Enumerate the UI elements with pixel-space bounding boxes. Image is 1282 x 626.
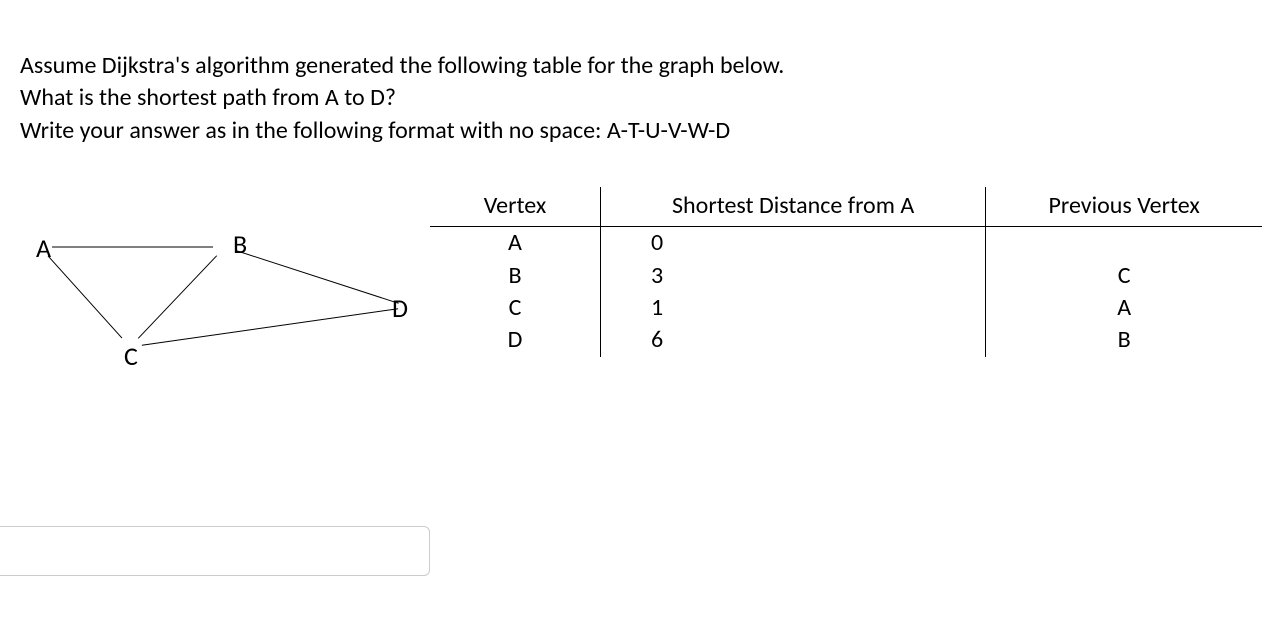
- cell-distance: 0: [600, 227, 985, 260]
- graph-edge-C-D: [142, 309, 398, 346]
- cell-distance: 3: [600, 260, 985, 292]
- graph-diagram: A B C D: [20, 187, 420, 367]
- cell-vertex: B: [430, 260, 600, 292]
- graph-node-B: B: [233, 228, 247, 260]
- graph-node-C: C: [124, 340, 138, 367]
- cell-vertex: D: [430, 324, 600, 356]
- graph-edge-B-C: [138, 256, 216, 339]
- cell-previous: [986, 227, 1262, 260]
- cell-previous: B: [986, 324, 1262, 356]
- cell-previous: A: [986, 292, 1262, 324]
- table-row: D 6 B: [430, 324, 1262, 356]
- table-row: B 3 C: [430, 260, 1262, 292]
- col-header-vertex: Vertex: [430, 187, 600, 227]
- cell-distance: 6: [600, 324, 985, 356]
- col-header-distance: Shortest Distance from A: [600, 187, 985, 227]
- graph-node-A: A: [36, 232, 51, 264]
- prompt-line-2: What is the shortest path from A to D?: [20, 82, 1262, 114]
- col-header-previous: Previous Vertex: [986, 187, 1262, 227]
- answer-input[interactable]: [0, 526, 430, 576]
- prompt-line-1: Assume Dijkstra's algorithm generated th…: [20, 50, 1262, 82]
- question-prompt: Assume Dijkstra's algorithm generated th…: [20, 50, 1262, 147]
- table-row: C 1 A: [430, 292, 1262, 324]
- graph-node-D: D: [392, 292, 408, 324]
- cell-previous: C: [986, 260, 1262, 292]
- prompt-line-3: Write your answer as in the following fo…: [20, 115, 1262, 147]
- cell-vertex: A: [430, 227, 600, 260]
- cell-distance: 1: [600, 292, 985, 324]
- table-row: A 0: [430, 227, 1262, 260]
- cell-vertex: C: [430, 292, 600, 324]
- graph-edge-A-C: [48, 256, 122, 338]
- graph-edge-B-D: [236, 251, 398, 304]
- dijkstra-table: Vertex Shortest Distance from A Previous…: [430, 187, 1262, 357]
